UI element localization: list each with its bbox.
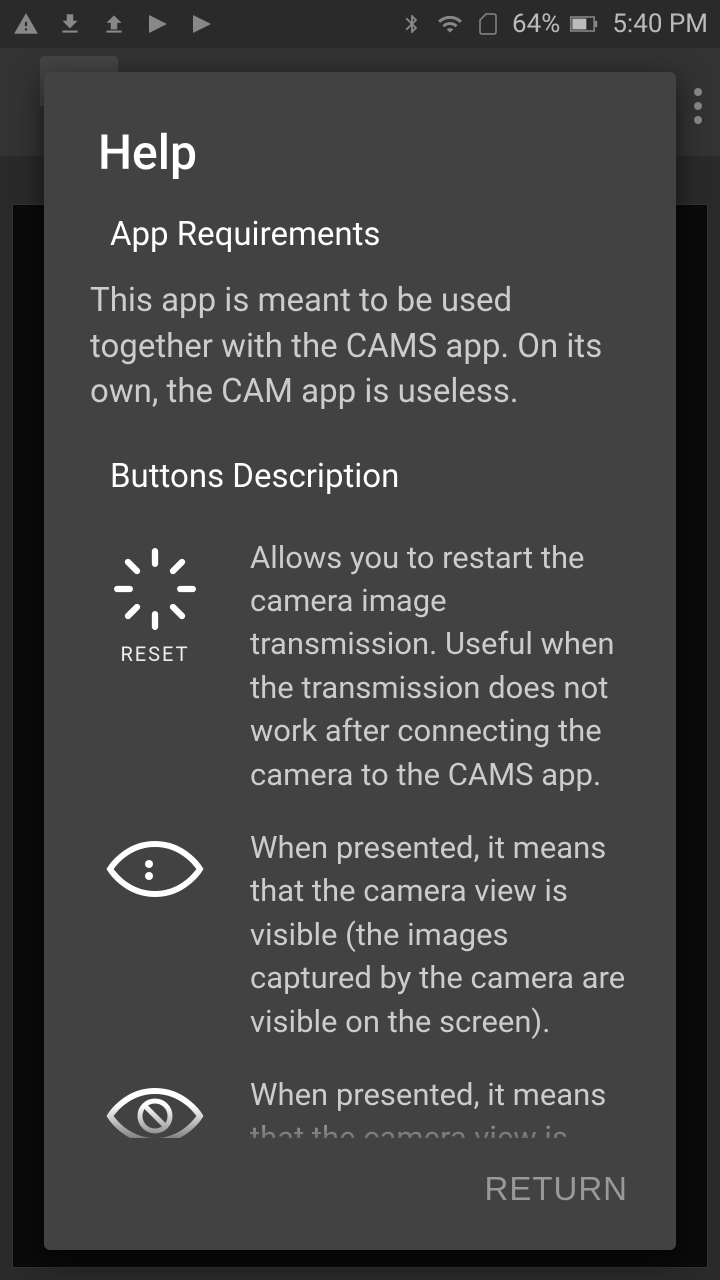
play-store-icon [188,10,216,38]
help-row-eye-hidden: When presented, it means that the camera… [90,1043,630,1138]
dialog-content[interactable]: App Requirements This app is meant to be… [44,209,676,1138]
help-row-reset: RESET Allows you to restart the camera i… [90,526,630,796]
status-bar: 64% 5:40 PM [0,0,720,48]
eye-visible-icon [90,826,220,904]
eye-visible-description: When presented, it means that the camera… [250,826,630,1043]
section-buttons-heading: Buttons Description [90,415,630,526]
download-icon [56,10,84,38]
dialog-title: Help [44,72,676,209]
overflow-menu[interactable] [694,88,702,124]
reset-description: Allows you to restart the camera image t… [250,536,630,796]
help-dialog: Help App Requirements This app is meant … [44,72,676,1250]
sd-card-icon [474,10,502,38]
battery-percentage: 64% [512,9,560,39]
clock-text: 5:40 PM [612,9,708,39]
bluetooth-icon [398,10,426,38]
reset-icon: RESET [90,536,220,666]
upload-icon [100,10,128,38]
help-row-eye-visible: When presented, it means that the camera… [90,796,630,1043]
play-store-icon [144,10,172,38]
return-button[interactable]: RETURN [477,1158,637,1220]
warning-icon [12,10,40,38]
eye-hidden-description: When presented, it means that the camera… [250,1073,630,1138]
wifi-icon [436,10,464,38]
battery-icon [570,10,598,38]
section-app-requirements-heading: App Requirements [90,209,630,278]
dialog-footer: RETURN [44,1138,676,1250]
reset-label: RESET [120,642,189,666]
app-requirements-body: This app is meant to be used together wi… [90,278,630,415]
eye-hidden-icon [90,1073,220,1138]
